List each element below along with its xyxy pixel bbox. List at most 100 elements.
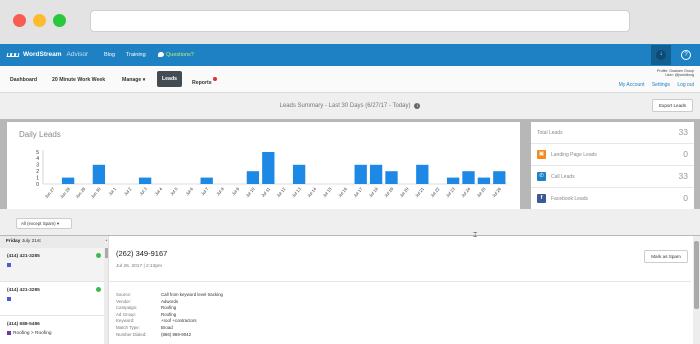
- close-window-button[interactable]: [13, 14, 26, 27]
- profile-info: Profile: Goarsen Group User: @jsmidborg: [657, 69, 694, 78]
- scrollbar-thumb[interactable]: [694, 241, 699, 309]
- tab-manage[interactable]: Manage ▾: [122, 77, 145, 83]
- x-tick-label: Jul 23: [445, 186, 456, 198]
- my-account-link[interactable]: My Account: [619, 82, 645, 88]
- info-icon[interactable]: i: [414, 103, 421, 109]
- divider: [109, 281, 691, 282]
- y-tick-label: 3: [36, 163, 39, 169]
- x-tick-label: Jul 5: [169, 186, 179, 197]
- check-icon: [96, 253, 101, 258]
- tab-20-minute-work-week[interactable]: 20 Minute Work Week: [52, 77, 105, 83]
- field-row: Vendor: Adwords: [116, 299, 223, 306]
- x-tick-label: Jul 9: [231, 186, 241, 197]
- landing-page-icon: ▣: [537, 150, 546, 159]
- field-value: Call from keyword level tracking: [161, 292, 223, 297]
- field-value: Roofing: [161, 311, 177, 317]
- export-leads-button[interactable]: Export Leads: [652, 99, 693, 112]
- check-icon: [96, 287, 101, 292]
- tab-leads[interactable]: Leads: [157, 71, 182, 87]
- help-icon: ?: [681, 50, 691, 60]
- lead-item[interactable]: (414) 421-3285: [0, 282, 108, 316]
- download-button[interactable]: ↓: [651, 45, 671, 65]
- stat-facebook-leads: f Facebook Leads 0: [531, 188, 694, 210]
- detail-scrollbar[interactable]: [693, 236, 700, 344]
- bar[interactable]: [92, 164, 106, 184]
- section-navigation: Dashboard 20 Minute Work Week Manage ▾ L…: [0, 66, 700, 93]
- daily-leads-card: Daily Leads 0 1 2 3 4 5 Jun 27 Jun 28 Jun 29 Jun …: [7, 122, 520, 209]
- lead-fields: Source: Call from keyword level tracking V…: [116, 292, 223, 338]
- bar[interactable]: [292, 164, 306, 184]
- lead-item[interactable]: (414) 688-5486 Roofing > Roofing: [0, 316, 108, 344]
- bar[interactable]: [354, 164, 367, 184]
- minimize-window-button[interactable]: [33, 14, 46, 27]
- bar[interactable]: [493, 171, 506, 184]
- tag-icon: [7, 263, 11, 267]
- date-header: Friday July 21st: [0, 236, 108, 248]
- bar[interactable]: [385, 171, 398, 184]
- nav-link-questions[interactable]: Questions?: [158, 52, 194, 58]
- x-tick-label: Jul 8: [215, 186, 225, 197]
- field-row: Campaign: Roofing: [116, 305, 223, 312]
- x-tick-label: Jul 13: [291, 186, 302, 198]
- field-label: Vendor:: [116, 298, 132, 304]
- nav-link-blog[interactable]: Blog: [104, 52, 115, 58]
- filter-bar: All (except Spam) ▾: [0, 209, 700, 235]
- mark-as-spam-button[interactable]: Mark as Spam: [644, 250, 688, 263]
- maximize-window-button[interactable]: [53, 14, 66, 27]
- browser-chrome: [0, 0, 700, 44]
- x-tick-label: Jul 16: [337, 186, 348, 198]
- nav-link-training[interactable]: Training: [126, 52, 146, 58]
- facebook-icon: f: [537, 194, 546, 203]
- notification-dot: [212, 77, 217, 81]
- scrollbar-thumb[interactable]: [105, 248, 108, 258]
- field-row: Number Dialed: (866) 869-9042: [116, 332, 223, 339]
- x-tick-label: Jul 20: [399, 186, 410, 198]
- x-tick-label: Jul 12: [275, 186, 286, 198]
- y-tick-label: 4: [36, 156, 39, 162]
- bar[interactable]: [200, 177, 213, 184]
- x-tick-label: Jul 25: [476, 186, 487, 198]
- phone-icon: ✆: [537, 172, 546, 181]
- tab-reports[interactable]: Reports: [192, 77, 217, 86]
- tag-icon: [7, 297, 11, 301]
- brand-name: WordStream: [23, 51, 62, 58]
- help-button[interactable]: ?: [676, 45, 696, 65]
- x-tick-label: Jul 3: [138, 186, 148, 197]
- settings-link[interactable]: Settings: [652, 82, 670, 88]
- lead-detail-pane: (262) 349-9167 Jul 26, 2017 | 2:13pm Mar…: [109, 236, 700, 344]
- bar[interactable]: [462, 171, 475, 184]
- summary-title: Leads Summary - Last 30 Days (6/27/17 - …: [0, 103, 700, 109]
- wordstream-logo-icon: [6, 52, 20, 58]
- field-row: Match Type: Broad: [116, 325, 223, 332]
- lead-item[interactable]: (414) 421-3285: [0, 248, 108, 282]
- bar[interactable]: [477, 177, 491, 184]
- scroll-up-icon: ▲: [105, 238, 108, 242]
- log-out-link[interactable]: Log out: [677, 82, 694, 88]
- chat-bubble-icon: [158, 52, 164, 57]
- tab-dashboard[interactable]: Dashboard: [10, 77, 37, 83]
- field-row: Keyword: +roof +contractors: [116, 318, 223, 325]
- bar[interactable]: [262, 152, 275, 184]
- leads-list: Friday July 21st (414) 421-3285 (414) 42…: [0, 236, 109, 344]
- chevron-down-icon: ▾: [56, 221, 60, 226]
- address-bar[interactable]: [90, 10, 630, 32]
- stat-total-leads: Total Leads 33: [531, 122, 694, 144]
- bar[interactable]: [369, 164, 383, 184]
- field-label: Campaign:: [116, 305, 138, 311]
- bar[interactable]: [446, 177, 460, 184]
- x-tick-label: Jul 19: [383, 186, 394, 198]
- bar[interactable]: [416, 164, 429, 184]
- field-label: Keyword:: [116, 318, 135, 324]
- bar[interactable]: [138, 177, 152, 184]
- brand-logo[interactable]: WordStream Advisor: [6, 51, 89, 58]
- bar[interactable]: [61, 177, 75, 184]
- x-tick-label: Jul 15: [322, 186, 333, 198]
- field-value: Adwords: [161, 298, 179, 304]
- lead-filter-dropdown[interactable]: All (except Spam) ▾: [16, 218, 72, 229]
- daily-leads-chart: 012345 Jun 27 Jun 28 Jun 29 Jun 30 Jul 1 Jul 2…: [36, 150, 507, 199]
- bar[interactable]: [246, 171, 260, 184]
- brand-sub: Advisor: [66, 51, 89, 58]
- x-tick-label: Jul 7: [200, 186, 210, 197]
- x-tick-label: Jun 30: [90, 186, 102, 199]
- field-label: Number Dialed:: [116, 331, 147, 337]
